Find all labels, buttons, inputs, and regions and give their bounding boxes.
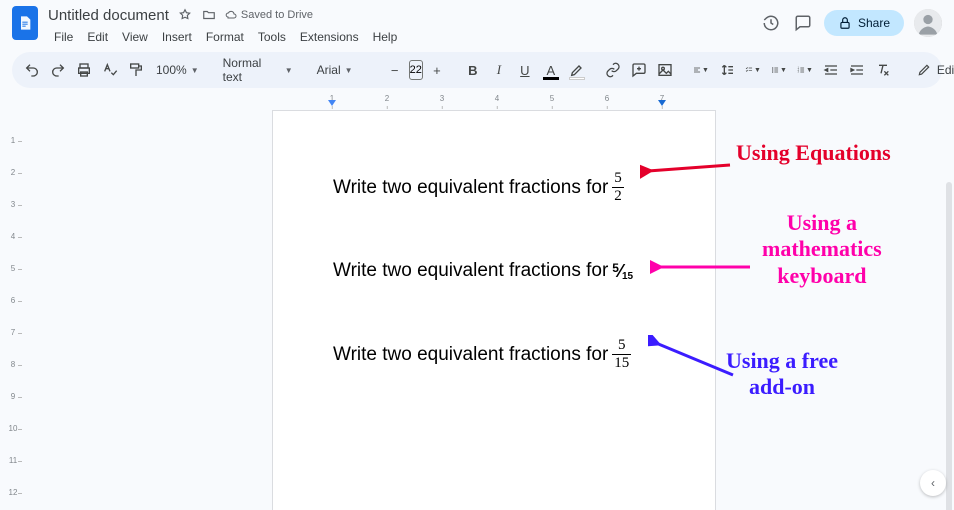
- document-content[interactable]: Write two equivalent fractions for 5 2 W…: [273, 111, 715, 411]
- increase-indent-button[interactable]: [845, 58, 869, 82]
- document-line-2[interactable]: Write two equivalent fractions for 5⁄15: [333, 260, 675, 282]
- document-line-3[interactable]: Write two equivalent fractions for 5 15: [333, 338, 675, 371]
- move-icon[interactable]: [201, 7, 217, 23]
- font-size-input[interactable]: 22: [409, 60, 423, 80]
- insert-image-button[interactable]: [653, 58, 677, 82]
- text-color-button[interactable]: A: [539, 58, 563, 82]
- workspace: 1 2 3 4 5 6 7 8 9 10 11 12 1 2 3 4 5 6 7: [0, 92, 954, 510]
- star-icon[interactable]: [177, 7, 193, 23]
- highlight-button[interactable]: [565, 58, 589, 82]
- document-title[interactable]: Untitled document: [48, 7, 169, 24]
- redo-button[interactable]: [46, 58, 70, 82]
- horizontal-ruler[interactable]: 1 2 3 4 5 6 7: [26, 92, 954, 108]
- menu-help[interactable]: Help: [367, 28, 404, 46]
- docs-logo[interactable]: [12, 6, 38, 40]
- line-text: Write two equivalent fractions for: [333, 177, 608, 199]
- comments-icon[interactable]: [792, 12, 814, 34]
- align-button[interactable]: ▼: [689, 58, 713, 82]
- bold-button[interactable]: B: [461, 58, 485, 82]
- decrease-indent-button[interactable]: [819, 58, 843, 82]
- undo-button[interactable]: [20, 58, 44, 82]
- add-comment-button[interactable]: [627, 58, 651, 82]
- drive-status[interactable]: Saved to Drive: [225, 9, 313, 21]
- underline-button[interactable]: U: [513, 58, 537, 82]
- line-text: Write two equivalent fractions for: [333, 344, 608, 366]
- drive-status-text: Saved to Drive: [241, 9, 313, 21]
- document-line-1[interactable]: Write two equivalent fractions for 5 2: [333, 171, 675, 204]
- menu-edit[interactable]: Edit: [81, 28, 114, 46]
- right-indent-marker[interactable]: [658, 100, 666, 106]
- document-page[interactable]: Write two equivalent fractions for 5 2 W…: [272, 110, 716, 510]
- line-text: Write two equivalent fractions for: [333, 260, 608, 282]
- svg-text:3: 3: [798, 72, 800, 74]
- font-size-increase[interactable]: +: [425, 58, 449, 82]
- print-button[interactable]: [72, 58, 96, 82]
- fraction-stacked: 5 15: [612, 338, 631, 371]
- editing-mode-dropdown[interactable]: Editing ▼: [907, 63, 954, 77]
- title-bar: Untitled document Saved to Drive File Ed…: [0, 0, 954, 48]
- toolbar: 100%▼ Normal text▼ Arial▼ − 22 + B I U A…: [12, 52, 942, 88]
- toolbar-container: 100%▼ Normal text▼ Arial▼ − 22 + B I U A…: [0, 48, 954, 92]
- paint-format-button[interactable]: [124, 58, 148, 82]
- menu-insert[interactable]: Insert: [156, 28, 198, 46]
- menu-bar: File Edit View Insert Format Tools Exten…: [48, 26, 760, 48]
- menu-format[interactable]: Format: [200, 28, 250, 46]
- menu-tools[interactable]: Tools: [252, 28, 292, 46]
- checklist-button[interactable]: ▼: [741, 58, 765, 82]
- menu-view[interactable]: View: [116, 28, 154, 46]
- share-button[interactable]: Share: [824, 10, 904, 36]
- editing-label: Editing: [937, 63, 954, 77]
- fraction-stacked: 5 2: [612, 171, 624, 204]
- font-dropdown[interactable]: Arial▼: [311, 63, 371, 77]
- history-icon[interactable]: [760, 12, 782, 34]
- avatar[interactable]: [914, 9, 942, 37]
- insert-link-button[interactable]: [601, 58, 625, 82]
- clear-formatting-button[interactable]: [871, 58, 895, 82]
- line-spacing-button[interactable]: [715, 58, 739, 82]
- document-canvas[interactable]: 1 2 3 4 5 6 7 Write two equivalent fract…: [26, 92, 954, 510]
- font-size-decrease[interactable]: −: [383, 58, 407, 82]
- italic-button[interactable]: I: [487, 58, 511, 82]
- zoom-dropdown[interactable]: 100%▼: [150, 63, 205, 77]
- share-label: Share: [858, 16, 890, 30]
- left-indent-marker[interactable]: [328, 100, 336, 106]
- fraction-glyph: 5⁄15: [612, 261, 633, 282]
- explore-fab[interactable]: ‹: [920, 470, 946, 496]
- vertical-scrollbar[interactable]: [946, 182, 952, 510]
- spellcheck-button[interactable]: [98, 58, 122, 82]
- menu-extensions[interactable]: Extensions: [294, 28, 365, 46]
- vertical-ruler[interactable]: 1 2 3 4 5 6 7 8 9 10 11 12: [0, 92, 26, 510]
- numbered-list-button[interactable]: 123▼: [793, 58, 817, 82]
- title-area: Untitled document Saved to Drive File Ed…: [48, 6, 760, 48]
- style-dropdown[interactable]: Normal text▼: [217, 56, 299, 84]
- menu-file[interactable]: File: [48, 28, 79, 46]
- bulleted-list-button[interactable]: ▼: [767, 58, 791, 82]
